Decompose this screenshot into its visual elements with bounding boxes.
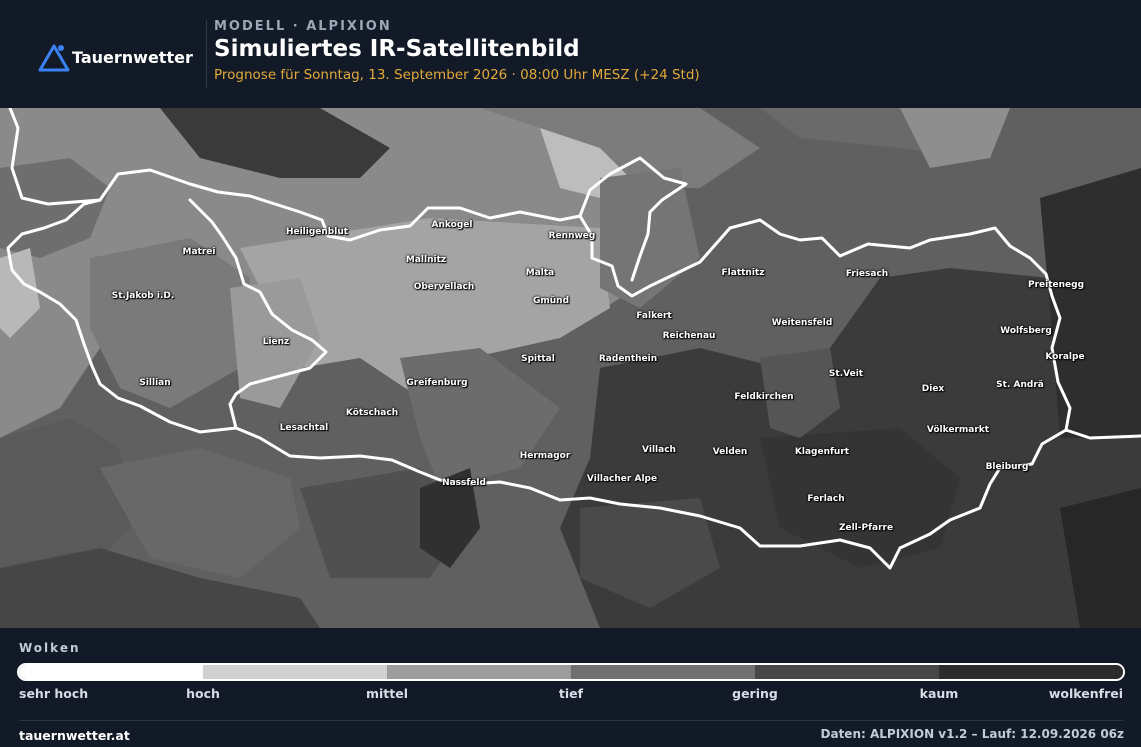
town-label: Nassfeld [442, 478, 486, 488]
town-label: Reichenau [662, 331, 716, 341]
legend-label: sehr hoch [19, 686, 89, 701]
cloud-legend: Wolken sehr hoch hoch mittel tief gering kaum… [0, 628, 1141, 747]
forecast-subtitle: Prognose für Sonntag, 13. September 2026… [214, 67, 700, 83]
town-label: Mallnitz [405, 255, 447, 265]
town-label: Lienz [262, 337, 290, 347]
town-label: Ankogel [431, 220, 473, 230]
town-label: Greifenburg [406, 378, 468, 388]
town-label: Lesachtal [279, 423, 329, 433]
town-label: Zell-Pfarre [838, 523, 894, 533]
legend-label: hoch [186, 686, 220, 701]
model-run-info: Daten: ALPIXION v1.2 – Lauf: 12.09.2026 … [820, 727, 1124, 741]
town-label: Friesach [845, 269, 889, 279]
mountain-logo-icon [38, 44, 70, 72]
legend-segment [755, 665, 939, 679]
legend-label: mittel [365, 686, 409, 701]
town-label: Klagenfurt [794, 447, 850, 457]
town-label: Kötschach [345, 408, 399, 418]
town-label: Spittal [521, 354, 555, 364]
legend-label: tief [558, 686, 584, 701]
town-label: St. Andrä [996, 380, 1044, 390]
town-label: Malta [525, 268, 555, 278]
website-link[interactable]: tauernwetter.at [19, 728, 130, 743]
town-label: Velden [712, 447, 748, 457]
footer-divider [19, 720, 1123, 721]
town-label: Wolfsberg [1000, 326, 1052, 336]
town-label: St.Jakob i.D. [111, 291, 175, 301]
legend-color-bar [17, 663, 1125, 681]
cloud-field [0, 108, 1141, 628]
town-label: Matrei [182, 247, 216, 257]
page-title: Simuliertes IR-Satellitenbild [214, 36, 580, 62]
town-label: Weitensfeld [771, 318, 833, 328]
header-text: MODELL · ALPIXION Simuliertes IR-Satelli… [214, 19, 700, 83]
legend-label: gering [732, 686, 778, 701]
town-label: Sillian [139, 378, 171, 388]
legend-segment [19, 665, 203, 679]
town-label: Villach [642, 445, 676, 455]
header-divider [206, 20, 207, 88]
town-label: Obervellach [413, 282, 475, 292]
satellite-map[interactable]: Heiligenblut Ankogel Rennweg Matrei Mall… [0, 108, 1141, 628]
town-label: Falkert [636, 311, 672, 321]
town-label: Koralpe [1045, 352, 1085, 362]
legend-segment [387, 665, 571, 679]
town-label: Diex [921, 384, 945, 394]
town-label: Bleiburg [985, 462, 1029, 472]
town-label: Ferlach [807, 494, 845, 504]
brand-name: Tauernwetter [72, 47, 193, 67]
town-label: St.Veit [828, 369, 864, 379]
legend-label: kaum [919, 686, 959, 701]
town-label: Preitenegg [1027, 280, 1085, 290]
town-label: Flattnitz [721, 268, 765, 278]
legend-title: Wolken [19, 641, 81, 655]
town-label: Rennweg [548, 231, 596, 241]
town-label: Heiligenblut [285, 227, 349, 237]
town-label: Gmünd [532, 296, 570, 306]
town-label: Villacher Alpe [586, 474, 658, 484]
legend-segment [571, 665, 755, 679]
header: Tauernwetter MODELL · ALPIXION Simuliert… [0, 0, 1141, 108]
town-label: Radenthein [598, 354, 658, 364]
brand-logo[interactable]: Tauernwetter [38, 42, 193, 72]
town-label: Hermagor [519, 451, 571, 461]
legend-label: wolkenfrei [1048, 686, 1123, 701]
legend-segment [939, 665, 1123, 679]
legend-segment [203, 665, 387, 679]
model-kicker: MODELL · ALPIXION [214, 19, 392, 34]
town-label: Feldkirchen [734, 392, 794, 402]
town-label: Völkermarkt [926, 425, 990, 435]
